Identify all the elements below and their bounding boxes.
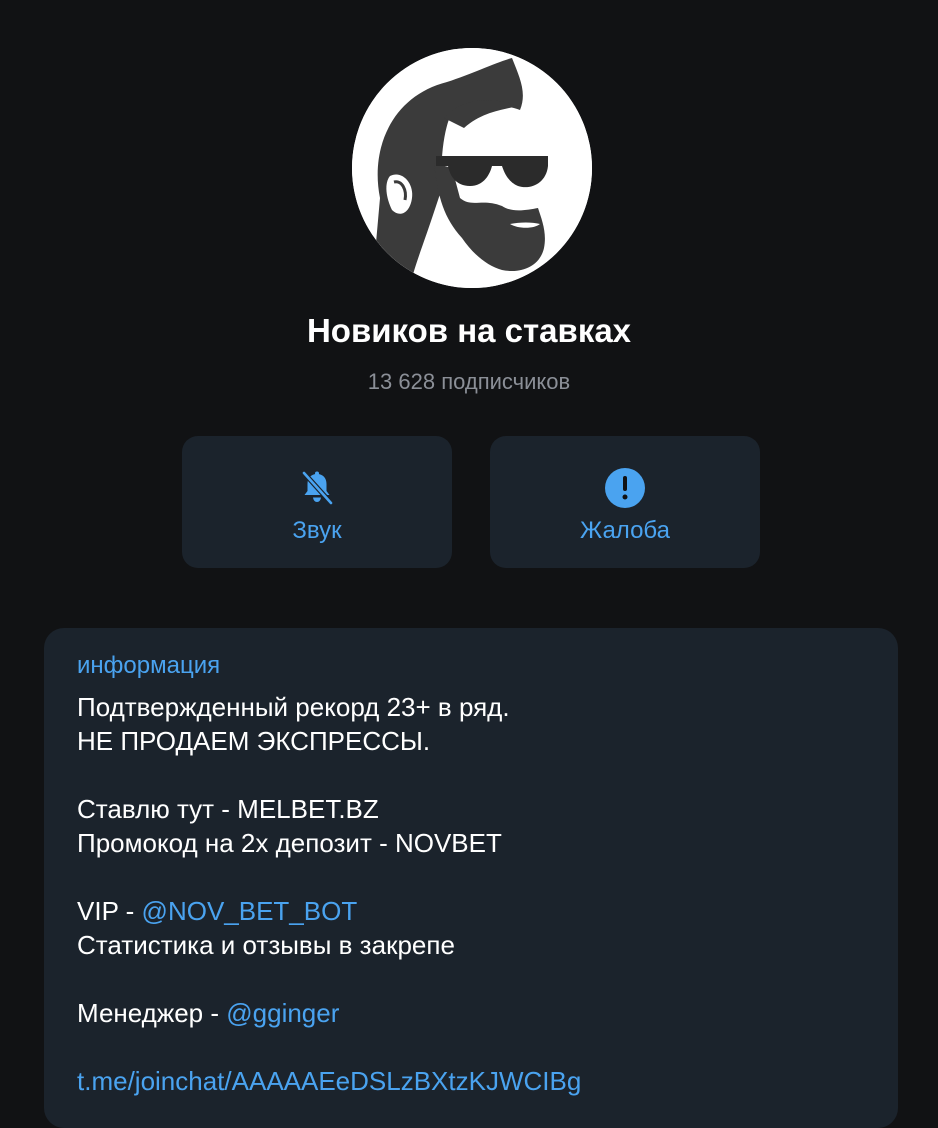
info-line-promocode: Промокод на 2х депозит - NOVBET [77,828,502,858]
info-line-manager: Менеджер - @gginger [77,996,877,1030]
info-description: Подтвержденный рекорд 23+ в ряд. НЕ ПРОД… [77,690,877,1098]
mute-sound-button[interactable]: Звук [182,436,452,568]
subscriber-count: 13 628 подписчиков [367,369,571,394]
report-button-label: Жалоба [580,517,670,544]
sound-button-label: Звук [292,517,342,544]
vip-bot-link[interactable]: @NOV_BET_BOT [142,896,358,926]
channel-title: Новиков на ставках [306,312,632,349]
channel-avatar[interactable] [352,48,592,288]
info-heading: информация [77,652,221,679]
invite-link[interactable]: t.me/joinchat/AAAAAEeDSLzBXtzKJWCIBg [77,1066,581,1096]
exclamation-circle-icon [604,467,646,509]
report-button[interactable]: Жалоба [490,436,760,568]
info-line-bookmaker: Ставлю тут - MELBET.BZ [77,794,379,824]
info-line-stats: Статистика и отзывы в закрепе [77,930,455,960]
manager-prefix: Менеджер - [77,998,227,1028]
bearded-man-avatar-image [352,48,592,288]
bell-muted-icon [296,467,338,509]
channel-info-card: информация Подтвержденный рекорд 23+ в р… [44,628,898,1128]
info-line-record: Подтвержденный рекорд 23+ в ряд. [77,692,510,722]
manager-link[interactable]: @gginger [226,998,339,1028]
info-line-vip: VIP - @NOV_BET_BOT [77,894,877,928]
vip-prefix: VIP - [77,896,142,926]
info-line-no-express: НЕ ПРОДАЕМ ЭКСПРЕССЫ. [77,726,431,756]
